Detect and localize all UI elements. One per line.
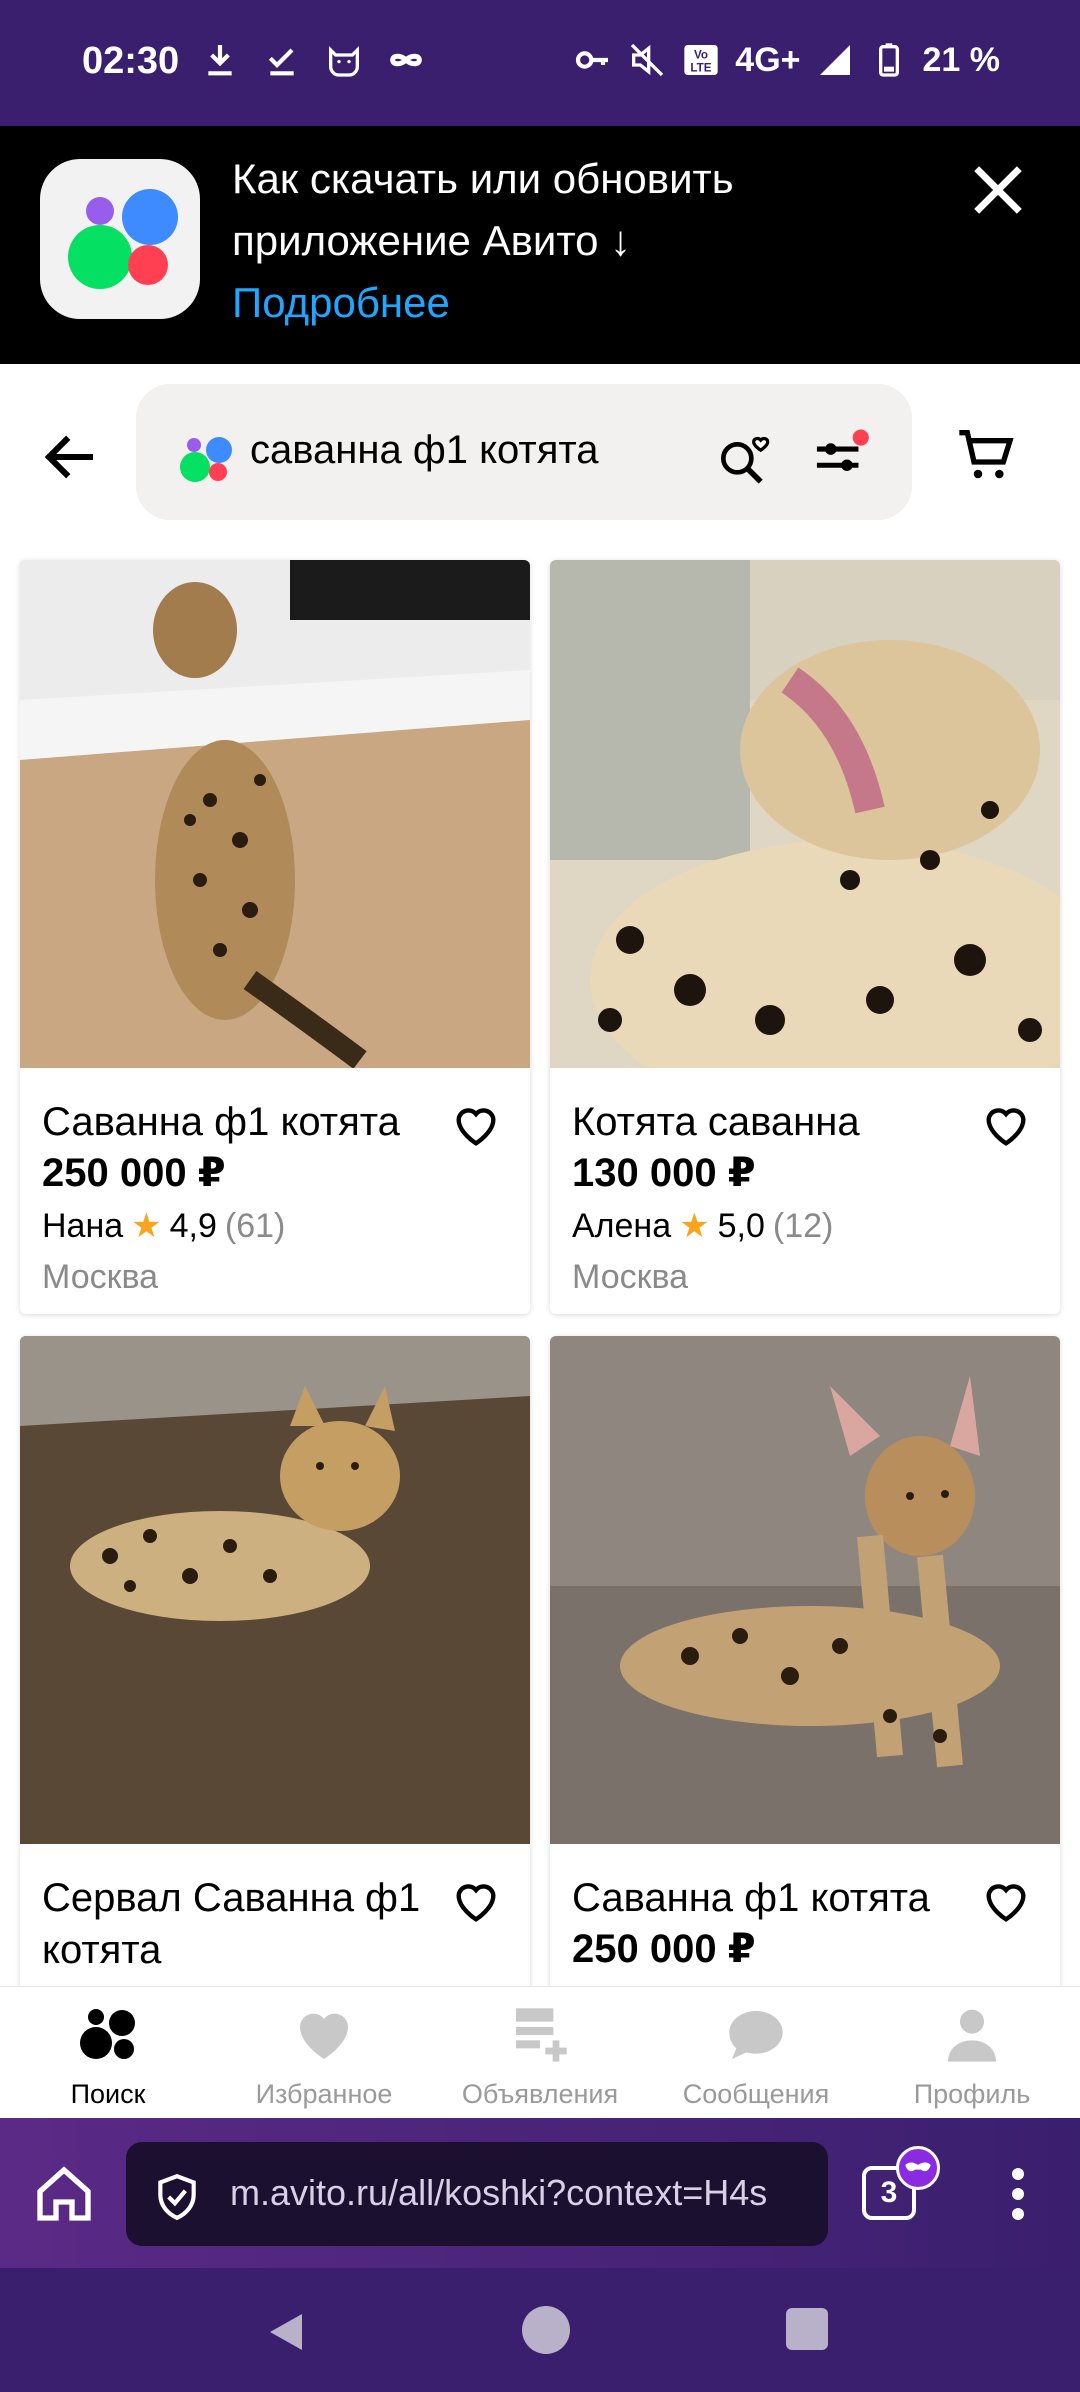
address-bar[interactable]: m.avito.ru/all/koshki?context=H4s [126, 2142, 828, 2246]
nav-item-favorites[interactable]: Избранное [216, 1987, 432, 2119]
listing-price: 250 000 ₽ [572, 1927, 756, 1971]
listings-add-icon [516, 2008, 567, 2062]
nav-label-favorites: Избранное [255, 2079, 393, 2109]
app-download-banner: Как скачать или обновить приложение Авит… [0, 126, 1080, 364]
listing-seller: Алена ★ 5,0 (12) [572, 1206, 833, 1246]
listing-price: 250 000 ₽ [42, 1151, 226, 1195]
svg-text:LTE: LTE [691, 62, 712, 75]
nav-item-messages[interactable]: Сообщения [648, 1987, 864, 2119]
favorite-heart-icon[interactable] [980, 1876, 1032, 1928]
listing-seller: Нана ★ 4,9 (61) [42, 1206, 285, 1246]
seller-name: Алена [572, 1206, 672, 1245]
close-icon[interactable] [966, 158, 1030, 222]
nav-label-profile: Профиль [913, 2079, 1031, 2109]
search-dots-icon [80, 2009, 135, 2059]
system-recents-button[interactable] [786, 2308, 828, 2350]
listing-title[interactable]: Саванна ф1 котята [572, 1872, 972, 1924]
listing-photo[interactable] [20, 1336, 530, 1844]
favorite-heart-icon[interactable] [450, 1100, 502, 1152]
volte-icon: VoLTE [684, 45, 718, 75]
check-download-icon [268, 48, 294, 76]
listing-title[interactable]: Сервал Саванна ф1 котята [42, 1872, 442, 1976]
banner-text: Как скачать или обновить приложение Авит… [232, 148, 932, 334]
search-input[interactable]: саванна ф1 котята [136, 384, 912, 520]
battery-level: 21 % [922, 40, 1001, 79]
signal-icon [819, 45, 850, 75]
listing-city: Москва [572, 1258, 689, 1296]
home-icon[interactable] [32, 2162, 96, 2226]
nav-item-profile[interactable]: Профиль [864, 1987, 1080, 2119]
filter-icon[interactable] [810, 428, 870, 484]
status-right-icons: Vo LTE 4G+ 21 % [573, 40, 1000, 80]
avito-dots-icon [180, 437, 232, 482]
mask-icon [905, 2162, 931, 2172]
seller-reviews-count: (61) [224, 1206, 286, 1245]
search-header: саванна ф1 котята [0, 364, 1080, 544]
system-back-icon[interactable] [262, 2308, 310, 2356]
listing-photo[interactable] [550, 560, 1060, 1068]
private-mode-badge-icon [896, 2146, 940, 2190]
listing-card[interactable]: Котята саванна 130 000 ₽ Алена ★ 5,0 (12… [550, 560, 1060, 1314]
listing-card[interactable]: Саванна ф1 котята 250 000 ₽ [550, 1336, 1060, 1996]
banner-title: Как скачать или обновить приложение Авит… [232, 155, 734, 264]
profile-icon [948, 2009, 996, 2062]
mute-icon [631, 43, 664, 77]
bottom-navigation: Поиск Избранное Объявления Сообщения Про… [0, 1986, 1080, 2118]
battery-icon [878, 43, 899, 77]
nav-item-search[interactable]: Поиск [0, 1987, 216, 2119]
listing-title[interactable]: Котята саванна [572, 1096, 972, 1148]
nav-label-messages: Сообщения [682, 2079, 830, 2109]
avito-app-logo [40, 159, 200, 319]
cat-icon [329, 45, 359, 77]
shield-check-icon[interactable] [152, 2172, 202, 2222]
listing-card[interactable]: Саванна ф1 котята 250 000 ₽ Нана ★ 4,9 (… [20, 560, 530, 1314]
nav-label-search: Поиск [70, 2079, 146, 2109]
seller-rating: 5,0 [717, 1206, 765, 1245]
star-icon: ★ [131, 1207, 162, 1245]
browser-toolbar: m.avito.ru/all/koshki?context=H4s 3 [0, 2118, 1080, 2268]
more-vertical-icon[interactable] [1000, 2164, 1036, 2224]
listing-price: 130 000 ₽ [572, 1151, 756, 1195]
listing-title[interactable]: Саванна ф1 котята [42, 1096, 442, 1148]
listing-card[interactable]: Сервал Саванна ф1 котята [20, 1336, 530, 1996]
status-time: 02:30 [82, 40, 180, 82]
cart-icon[interactable] [954, 422, 1018, 486]
seller-reviews-count: (12) [772, 1206, 834, 1245]
system-home-button[interactable] [522, 2306, 570, 2354]
nav-item-listings[interactable]: Объявления [432, 1987, 648, 2119]
avito-logo-icon [68, 189, 178, 289]
listing-city: Москва [42, 1258, 159, 1296]
status-left-icons [200, 40, 426, 80]
favorite-heart-icon[interactable] [980, 1100, 1032, 1152]
svg-text:Vo: Vo [694, 48, 708, 61]
seller-rating: 4,9 [169, 1206, 217, 1245]
listing-photo[interactable] [550, 1336, 1060, 1844]
banner-more-link[interactable]: Подробнее [232, 272, 932, 334]
save-search-icon[interactable] [714, 428, 770, 484]
vpn-infinity-icon [390, 53, 422, 67]
listing-photo[interactable] [20, 560, 530, 1068]
download-icon [208, 45, 232, 76]
key-icon [576, 51, 609, 69]
star-icon: ★ [679, 1207, 710, 1245]
favorite-heart-icon[interactable] [450, 1876, 502, 1928]
system-navigation-bar [0, 2268, 1080, 2392]
chat-bubble-icon [729, 2011, 783, 2059]
status-bar: 02:30 Vo LTE 4G+ 21 % [0, 0, 1080, 126]
seller-name: Нана [42, 1206, 124, 1245]
search-query: саванна ф1 котята [250, 428, 599, 472]
heart-icon [300, 2013, 348, 2059]
network-type: 4G+ [735, 40, 801, 79]
url-text: m.avito.ru/all/koshki?context=H4s [230, 2172, 768, 2213]
back-arrow-icon[interactable] [38, 424, 104, 490]
nav-label-listings: Объявления [461, 2079, 619, 2109]
